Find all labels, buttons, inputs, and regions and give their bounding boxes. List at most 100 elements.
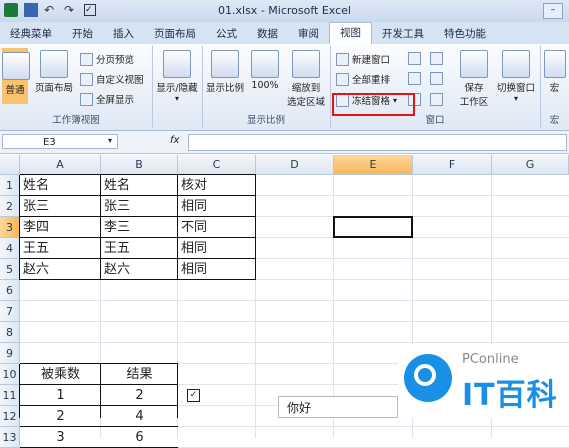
normal-view-button[interactable]: 普通 (2, 48, 30, 104)
row-header-11[interactable]: 11 (0, 385, 20, 406)
show-hide-button[interactable]: 显示/隐藏 ▾ (154, 50, 200, 103)
column-header-C[interactable]: C (178, 155, 256, 175)
zoom-selection-icon (292, 50, 320, 78)
tab-0[interactable]: 经典菜单 (0, 24, 62, 44)
cell-C5[interactable]: 相同 (178, 259, 256, 280)
zoom-selection-label-2: 选定区域 (286, 97, 325, 108)
new-window-button[interactable]: 新建窗口 (336, 52, 390, 66)
arrange-all-icon (336, 72, 349, 86)
macro-button[interactable]: 宏 (542, 50, 567, 94)
row-header-3[interactable]: 3 (0, 217, 20, 238)
checkbox-control[interactable]: ✓ (187, 389, 200, 402)
zoom-selection-label-1: 缩放到 (291, 83, 321, 94)
save-workspace-label-1: 保存 (464, 83, 484, 94)
cell-B10[interactable]: 结果 (101, 364, 178, 385)
row-header-1[interactable]: 1 (0, 175, 20, 196)
cell-A11[interactable]: 1 (20, 385, 101, 406)
cell-B1[interactable]: 姓名 (101, 175, 178, 196)
page-break-label: 分页预览 (96, 55, 135, 66)
cell-C3[interactable]: 不同 (178, 217, 256, 238)
cell-A10[interactable]: 被乘数 (20, 364, 101, 385)
gridline-row (20, 342, 569, 343)
macro-group-label: 宏 (549, 115, 560, 126)
zoom-100-button[interactable]: 100% (248, 50, 282, 91)
reset-position-button[interactable] (430, 93, 443, 106)
cell-B11[interactable]: 2 (101, 385, 178, 406)
row-header-12[interactable]: 12 (0, 406, 20, 427)
tab-1[interactable]: 开始 (62, 24, 103, 44)
ribbon-tabs: 经典菜单 开始 插入 页面布局 公式 数据 审阅 视图 开发工具 特色功能 (0, 22, 569, 44)
row-header-9[interactable]: 9 (0, 343, 20, 364)
cell-B3[interactable]: 李三 (101, 217, 178, 238)
row-header-7[interactable]: 7 (0, 301, 20, 322)
column-header-A[interactable]: A (20, 155, 101, 175)
formula-input[interactable] (188, 134, 567, 151)
column-header-G[interactable]: G (492, 155, 569, 175)
zoom-group: 显示比例 100% 缩放到 选定区域 显示比例 (202, 46, 331, 128)
switch-windows-button[interactable]: 切换窗口 ▾ (494, 50, 538, 103)
zoom-label: 显示比例 (205, 83, 244, 94)
row-header-10[interactable]: 10 (0, 364, 20, 385)
minimize-icon[interactable]: – (543, 3, 563, 19)
tab-6[interactable]: 审阅 (288, 24, 329, 44)
select-all-corner[interactable] (0, 155, 20, 175)
cell-B2[interactable]: 张三 (101, 196, 178, 217)
cell-A5[interactable]: 赵六 (20, 259, 101, 280)
save-workspace-button[interactable]: 保存 工作区 (454, 50, 494, 108)
macro-icon (543, 50, 566, 78)
ribbon: 普通 页面布局 分页预览 自定义视图 全屏显示 工作簿视图 显示/隐藏 ▾ 显示… (0, 44, 569, 131)
normal-view-icon (2, 52, 30, 80)
cell-A3[interactable]: 李四 (20, 217, 101, 238)
full-screen-label: 全屏显示 (96, 95, 135, 106)
row-header-4[interactable]: 4 (0, 238, 20, 259)
name-box-dropdown-icon[interactable]: ▾ (108, 136, 112, 145)
row-header-6[interactable]: 6 (0, 280, 20, 301)
cell-B13[interactable]: 6 (101, 427, 178, 448)
column-header-F[interactable]: F (413, 155, 492, 175)
tab-3[interactable]: 页面布局 (144, 24, 206, 44)
zoom-button[interactable]: 显示比例 (204, 50, 246, 94)
tab-9[interactable]: 特色功能 (434, 24, 496, 44)
cell-A4[interactable]: 王五 (20, 238, 101, 259)
arrange-all-button[interactable]: 全部重排 (336, 72, 390, 86)
tab-2[interactable]: 插入 (103, 24, 144, 44)
cell-A13[interactable]: 3 (20, 427, 101, 448)
full-screen-button[interactable]: 全屏显示 (80, 92, 134, 106)
split-button[interactable] (408, 52, 421, 65)
tab-7[interactable]: 视图 (329, 22, 372, 44)
show-hide-group: 显示/隐藏 ▾ (152, 46, 203, 128)
page-layout-button[interactable]: 页面布局 (32, 50, 76, 94)
row-header-2[interactable]: 2 (0, 196, 20, 217)
gridline-row (20, 300, 569, 301)
fx-icon[interactable]: fx (170, 135, 179, 146)
cell-A1[interactable]: 姓名 (20, 175, 101, 196)
cell-B4[interactable]: 王五 (101, 238, 178, 259)
row-header-13[interactable]: 13 (0, 427, 20, 448)
tab-5[interactable]: 数据 (247, 24, 288, 44)
window-title: 01.xlsx - Microsoft Excel (218, 4, 351, 17)
active-cell-selection[interactable] (333, 216, 413, 238)
cell-C2[interactable]: 相同 (178, 196, 256, 217)
cell-B12[interactable]: 4 (101, 406, 178, 427)
tab-4[interactable]: 公式 (206, 24, 247, 44)
save-workspace-icon (460, 50, 488, 78)
macro-label: 宏 (549, 83, 560, 94)
cell-B5[interactable]: 赵六 (101, 259, 178, 280)
zoom-to-selection-button[interactable]: 缩放到 选定区域 (284, 50, 328, 108)
tab-8[interactable]: 开发工具 (372, 24, 434, 44)
column-header-B[interactable]: B (101, 155, 178, 175)
cell-A2[interactable]: 张三 (20, 196, 101, 217)
name-box[interactable]: E3 (2, 134, 118, 149)
page-break-preview-button[interactable]: 分页预览 (80, 52, 134, 66)
cell-C1[interactable]: 核对 (178, 175, 256, 196)
row-header-8[interactable]: 8 (0, 322, 20, 343)
sync-scroll-button[interactable] (430, 72, 443, 85)
cell-C4[interactable]: 相同 (178, 238, 256, 259)
side-by-side-button[interactable] (430, 52, 443, 65)
hide-button[interactable] (408, 72, 421, 85)
custom-views-button[interactable]: 自定义视图 (80, 72, 144, 86)
row-header-5[interactable]: 5 (0, 259, 20, 280)
column-header-D[interactable]: D (256, 155, 334, 175)
cell-A12[interactable]: 2 (20, 406, 101, 427)
column-header-E[interactable]: E (334, 155, 413, 175)
